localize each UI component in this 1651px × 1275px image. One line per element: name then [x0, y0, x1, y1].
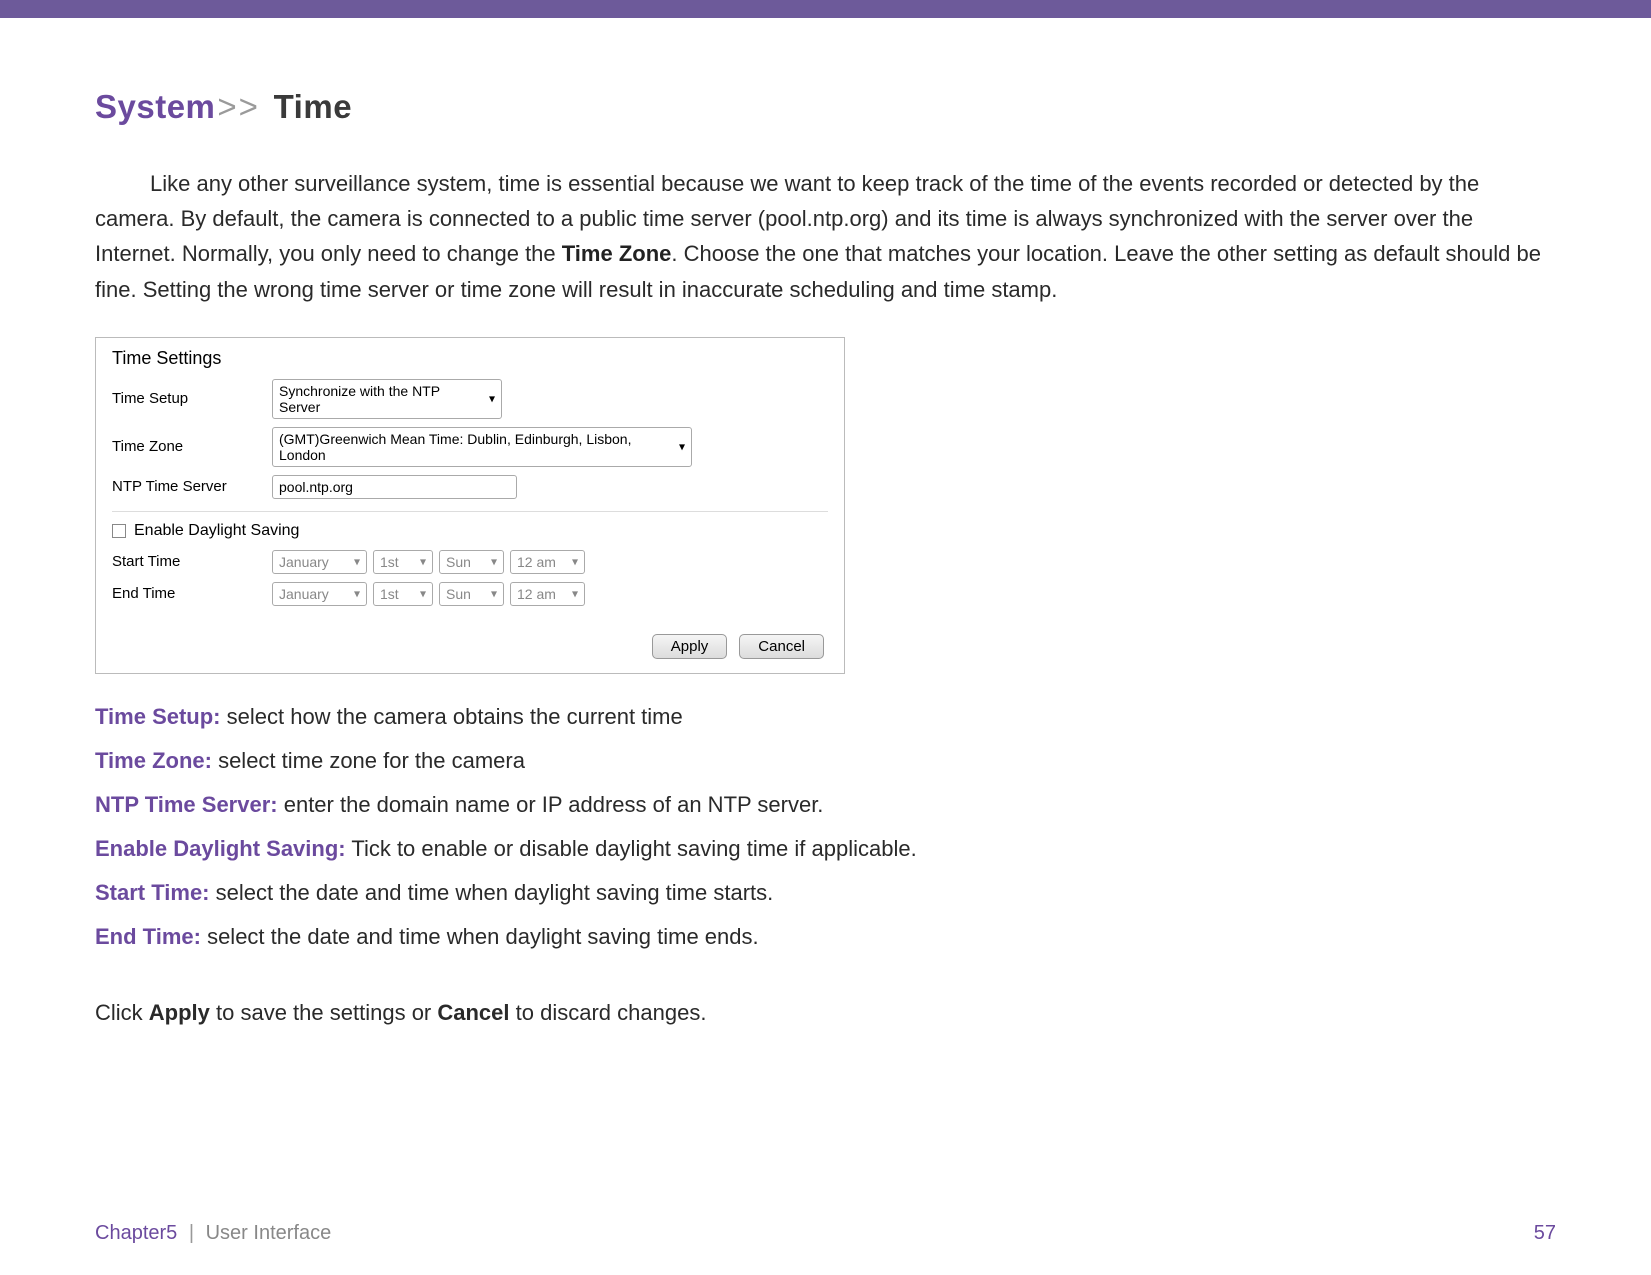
select-end-dow[interactable]: Sun [439, 582, 504, 606]
def-term: Enable Daylight Saving: [95, 836, 346, 861]
def-item: Start Time: select the date and time whe… [95, 880, 1556, 906]
row-time-zone: Time Zone (GMT)Greenwich Mean Time: Dubl… [112, 427, 828, 467]
closing-cancel: Cancel [437, 1000, 509, 1025]
closing-paragraph: Click Apply to save the settings or Canc… [95, 1000, 1556, 1026]
document-page: System>> Time Like any other surveillanc… [0, 18, 1651, 1275]
closing-c: to save the settings or [210, 1000, 437, 1025]
select-start-day[interactable]: 1st [373, 550, 433, 574]
panel-title: Time Settings [112, 348, 828, 369]
def-item: Time Zone: select time zone for the came… [95, 748, 1556, 774]
select-end-day[interactable]: 1st [373, 582, 433, 606]
intro-emphasis: Time Zone [562, 241, 672, 266]
heading-separator: >> [217, 88, 260, 125]
def-desc: select time zone for the camera [212, 748, 525, 773]
input-ntp-server[interactable]: pool.ntp.org [272, 475, 517, 499]
intro-paragraph: Like any other surveillance system, time… [95, 166, 1556, 307]
apply-button[interactable]: Apply [652, 634, 728, 659]
row-time-setup: Time Setup Synchronize with the NTP Serv… [112, 379, 828, 419]
row-end-time: End Time January 1st Sun 12 am [112, 582, 828, 606]
def-item: NTP Time Server: enter the domain name o… [95, 792, 1556, 818]
cancel-button[interactable]: Cancel [739, 634, 824, 659]
select-start-dow[interactable]: Sun [439, 550, 504, 574]
def-desc: select how the camera obtains the curren… [221, 704, 683, 729]
def-desc: Tick to enable or disable daylight savin… [346, 836, 917, 861]
definition-list: Time Setup: select how the camera obtain… [95, 704, 1556, 950]
def-item: Time Setup: select how the camera obtain… [95, 704, 1556, 730]
footer-chapter: Chapter5 [95, 1222, 177, 1244]
select-end-month[interactable]: January [272, 582, 367, 606]
def-term: Start Time: [95, 880, 210, 905]
select-start-hour[interactable]: 12 am [510, 550, 585, 574]
label-start-time: Start Time [112, 553, 272, 570]
footer-label: User Interface [206, 1222, 332, 1244]
def-term: Time Setup: [95, 704, 221, 729]
row-start-time: Start Time January 1st Sun 12 am [112, 550, 828, 574]
button-row: Apply Cancel [112, 634, 828, 659]
heading-page: Time [274, 88, 352, 125]
select-end-hour[interactable]: 12 am [510, 582, 585, 606]
label-time-zone: Time Zone [112, 438, 272, 455]
top-accent-bar [0, 0, 1651, 18]
row-ntp-server: NTP Time Server pool.ntp.org [112, 475, 828, 499]
select-start-month[interactable]: January [272, 550, 367, 574]
def-term: NTP Time Server: [95, 792, 278, 817]
divider [112, 511, 828, 512]
select-time-zone[interactable]: (GMT)Greenwich Mean Time: Dublin, Edinbu… [272, 427, 692, 467]
def-item: Enable Daylight Saving: Tick to enable o… [95, 836, 1556, 862]
label-enable-dls: Enable Daylight Saving [134, 522, 299, 540]
page-heading: System>> Time [95, 88, 1556, 126]
label-time-setup: Time Setup [112, 390, 272, 407]
footer-separator: | [189, 1222, 194, 1244]
row-enable-dls: Enable Daylight Saving [112, 522, 828, 540]
label-ntp-server: NTP Time Server [112, 478, 272, 495]
footer-left: Chapter5 | User Interface [95, 1222, 331, 1245]
time-settings-panel: Time Settings Time Setup Synchronize wit… [95, 337, 845, 674]
checkbox-enable-dls[interactable] [112, 524, 126, 538]
select-time-setup[interactable]: Synchronize with the NTP Server [272, 379, 502, 419]
def-term: End Time: [95, 924, 201, 949]
closing-d: to discard changes. [510, 1000, 707, 1025]
closing-a: Click [95, 1000, 149, 1025]
def-desc: select the date and time when daylight s… [201, 924, 759, 949]
page-footer: Chapter5 | User Interface 57 [95, 1222, 1556, 1245]
label-end-time: End Time [112, 585, 272, 602]
footer-page-number: 57 [1534, 1222, 1556, 1245]
def-desc: select the date and time when daylight s… [210, 880, 774, 905]
closing-apply: Apply [149, 1000, 210, 1025]
def-term: Time Zone: [95, 748, 212, 773]
def-desc: enter the domain name or IP address of a… [278, 792, 824, 817]
heading-section: System [95, 88, 215, 125]
def-item: End Time: select the date and time when … [95, 924, 1556, 950]
